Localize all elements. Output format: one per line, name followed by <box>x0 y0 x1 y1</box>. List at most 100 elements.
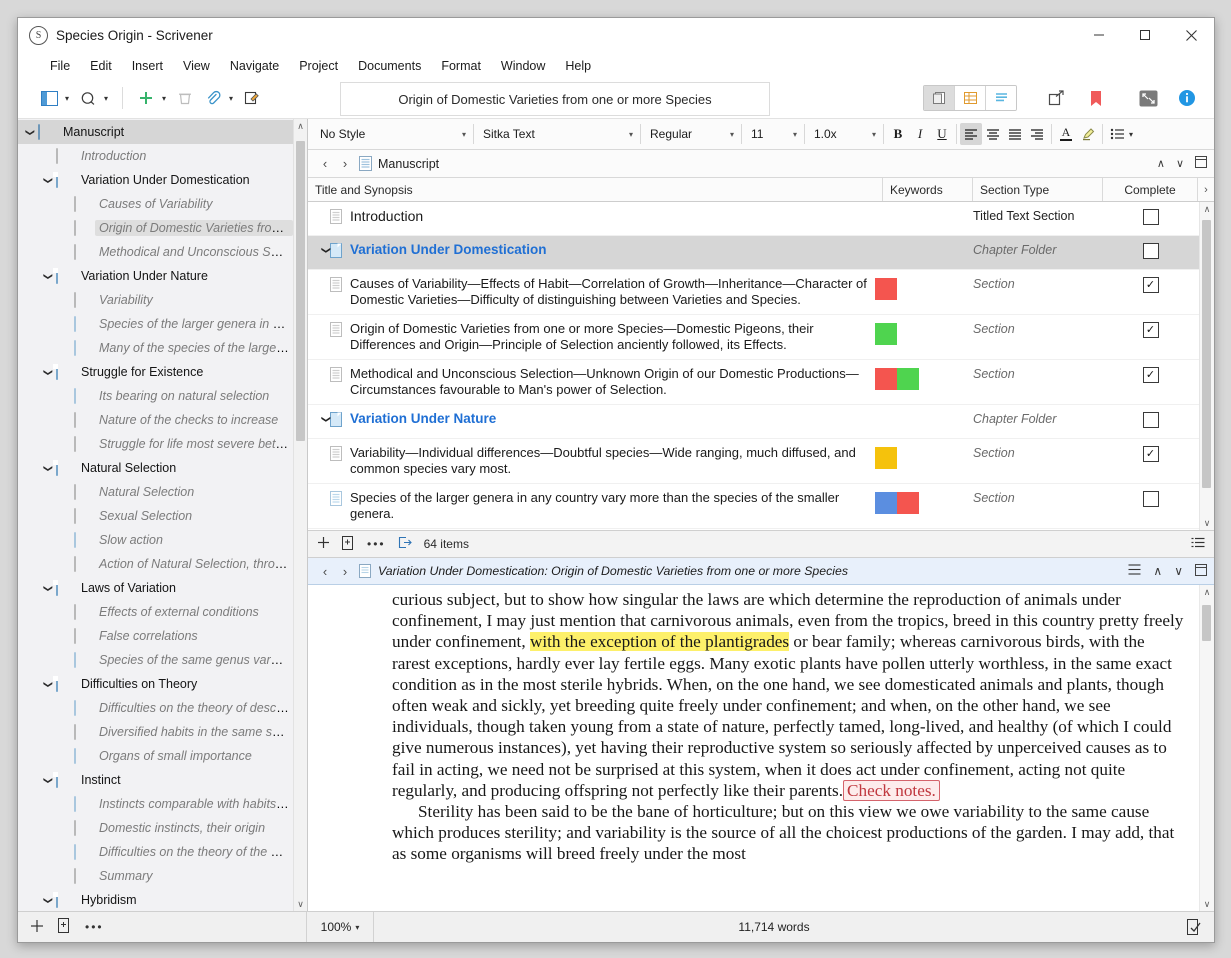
binder-item[interactable]: ❯Origin of Domestic Varieties from o... <box>18 216 307 240</box>
binder-scroll-down-icon[interactable]: ∨ <box>294 897 307 911</box>
editor-scrollbar[interactable]: ∧ ∨ <box>1199 585 1214 911</box>
binder-item[interactable]: ❯Variability <box>18 288 307 312</box>
column-header-title[interactable]: Title and Synopsis <box>308 178 883 201</box>
search-icon[interactable] <box>75 85 101 111</box>
split-editor-icon[interactable] <box>1195 156 1207 171</box>
menu-help[interactable]: Help <box>555 56 601 76</box>
line-spacing-dropdown[interactable]: 1.0x ▾ <box>808 123 880 145</box>
menu-edit[interactable]: Edit <box>80 56 122 76</box>
outliner-row[interactable]: ❯Many of the species of the larger gener… <box>308 529 1214 530</box>
trash-icon[interactable] <box>172 85 198 111</box>
previous-doc-icon[interactable]: ∧ <box>1153 564 1162 578</box>
chevron-down-icon[interactable]: ❯ <box>314 247 335 259</box>
outliner-scroll-up-icon[interactable]: ∧ <box>1200 202 1214 216</box>
chevron-down-icon[interactable]: ❯ <box>43 772 54 788</box>
align-left-button[interactable] <box>960 123 982 145</box>
column-header-keywords[interactable]: Keywords <box>883 178 973 201</box>
outliner-row[interactable]: ❯Causes of Variability—Effects of Habit—… <box>308 270 1214 315</box>
binder-item[interactable]: ❯Instinct <box>18 768 307 792</box>
list-dropdown-caret-icon[interactable]: ▾ <box>1128 130 1137 139</box>
underline-button[interactable]: U <box>931 123 953 145</box>
align-right-button[interactable] <box>1026 123 1048 145</box>
bookmark-icon[interactable] <box>1083 85 1109 111</box>
binder-item[interactable]: ❯Nature of the checks to increase <box>18 408 307 432</box>
outliner-complete-cell[interactable]: ✓ <box>1103 439 1198 483</box>
binder-item[interactable]: ❯Methodical and Unconscious Selection <box>18 240 307 264</box>
highlight-button[interactable] <box>1077 123 1099 145</box>
editor-text-area[interactable]: curious subject, but to show how singula… <box>308 585 1214 911</box>
chevron-down-icon[interactable]: ❯ <box>314 416 335 428</box>
binder-item[interactable]: ❯Manuscript <box>18 120 307 144</box>
text-color-button[interactable]: A <box>1055 123 1077 145</box>
binder-dropdown-caret-icon[interactable]: ▾ <box>64 94 73 103</box>
previous-doc-icon[interactable]: ∧ <box>1157 157 1165 170</box>
outliner-complete-cell[interactable] <box>1103 405 1198 438</box>
outliner-complete-cell[interactable] <box>1103 236 1198 269</box>
outliner-complete-cell[interactable]: ✓ <box>1103 360 1198 404</box>
align-justify-button[interactable] <box>1004 123 1026 145</box>
binder-item[interactable]: ❯Natural Selection <box>18 480 307 504</box>
outliner-scroll-down-icon[interactable]: ∨ <box>1200 516 1214 530</box>
bold-button[interactable]: B <box>887 123 909 145</box>
add-icon[interactable] <box>317 536 330 552</box>
outliner-keywords-cell[interactable] <box>875 529 965 530</box>
keyword-chip[interactable] <box>875 323 897 345</box>
outliner-title-cell[interactable]: ❯Many of the species of the larger gener… <box>308 529 875 530</box>
style-dropdown[interactable]: No Style ▾ <box>314 123 470 145</box>
binder-item[interactable]: ❯Hybridism <box>18 888 307 911</box>
editor-page[interactable]: curious subject, but to show how singula… <box>308 585 1214 865</box>
maximize-button[interactable] <box>1122 18 1168 52</box>
outliner-scrollbar[interactable]: ∧∨ <box>1199 202 1214 530</box>
binder-item[interactable]: ❯Laws of Variation <box>18 576 307 600</box>
menu-format[interactable]: Format <box>431 56 491 76</box>
complete-checkbox[interactable] <box>1143 243 1159 259</box>
editor-scroll-down-icon[interactable]: ∨ <box>1200 897 1214 911</box>
chevron-down-icon[interactable]: ❯ <box>43 892 54 908</box>
binder-scroll-up-icon[interactable]: ∧ <box>294 119 307 133</box>
outliner-title-cell[interactable]: ❯Methodical and Unconscious Selection—Un… <box>308 360 875 404</box>
binder-list[interactable]: ❯Manuscript❯Introduction❯Variation Under… <box>18 119 307 911</box>
menu-navigate[interactable]: Navigate <box>220 56 289 76</box>
menu-view[interactable]: View <box>173 56 220 76</box>
header-menu-icon[interactable] <box>1128 564 1141 578</box>
outliner-section-type-cell[interactable]: Chapter Folder <box>965 405 1103 438</box>
outliner-scroll-thumb[interactable] <box>1202 220 1211 488</box>
keyword-chip[interactable] <box>875 368 897 390</box>
menu-window[interactable]: Window <box>491 56 555 76</box>
outliner-keywords-cell[interactable] <box>875 270 965 314</box>
chevron-down-icon[interactable]: ❯ <box>43 268 54 284</box>
column-options-icon[interactable]: › <box>1198 178 1214 201</box>
outliner-title-cell[interactable]: ❯Introduction <box>308 202 875 235</box>
add-dropdown-caret-icon[interactable]: ▾ <box>161 94 170 103</box>
keyword-chip[interactable] <box>897 492 919 514</box>
binder-item[interactable]: ❯Domestic instincts, their origin <box>18 816 307 840</box>
complete-checkbox[interactable] <box>1143 209 1159 225</box>
editor-paragraph[interactable]: Sterility has been said to be the bane o… <box>392 801 1184 865</box>
list-button[interactable] <box>1106 123 1128 145</box>
binder-item[interactable]: ❯Natural Selection <box>18 456 307 480</box>
outliner-section-type-cell[interactable]: Section <box>965 315 1103 359</box>
binder-item[interactable]: ❯Species of the larger genera in any c..… <box>18 312 307 336</box>
outliner-keywords-cell[interactable] <box>875 439 965 483</box>
attach-icon[interactable] <box>200 85 226 111</box>
chevron-down-icon[interactable]: ❯ <box>43 172 54 188</box>
outliner-row[interactable]: ❯Species of the larger genera in any cou… <box>308 484 1214 529</box>
zoom-dropdown[interactable]: 100% ▾ <box>307 912 374 942</box>
close-button[interactable] <box>1168 18 1214 52</box>
binder-item[interactable]: ❯Difficulties on Theory <box>18 672 307 696</box>
binder-item[interactable]: ❯Many of the species of the larger gen..… <box>18 336 307 360</box>
align-center-button[interactable] <box>982 123 1004 145</box>
minimize-button[interactable] <box>1076 18 1122 52</box>
compile-icon[interactable] <box>1043 85 1069 111</box>
more-options-icon[interactable]: ••• <box>85 920 104 934</box>
forward-icon[interactable]: › <box>335 564 355 579</box>
chevron-down-icon[interactable]: ❯ <box>43 676 54 692</box>
chevron-down-icon[interactable]: ❯ <box>43 460 54 476</box>
outliner-row[interactable]: ❯Variability—Individual differences—Doub… <box>308 439 1214 484</box>
inspector-icon[interactable] <box>1174 85 1200 111</box>
binder-item[interactable]: ❯Difficulties on the theory of the Natu.… <box>18 840 307 864</box>
outliner-title-cell[interactable]: ❯Variation Under Domestication <box>308 236 875 269</box>
outliner-section-type-cell[interactable]: Section <box>965 360 1103 404</box>
outliner-keywords-cell[interactable] <box>875 360 965 404</box>
next-doc-icon[interactable]: ∨ <box>1174 564 1183 578</box>
